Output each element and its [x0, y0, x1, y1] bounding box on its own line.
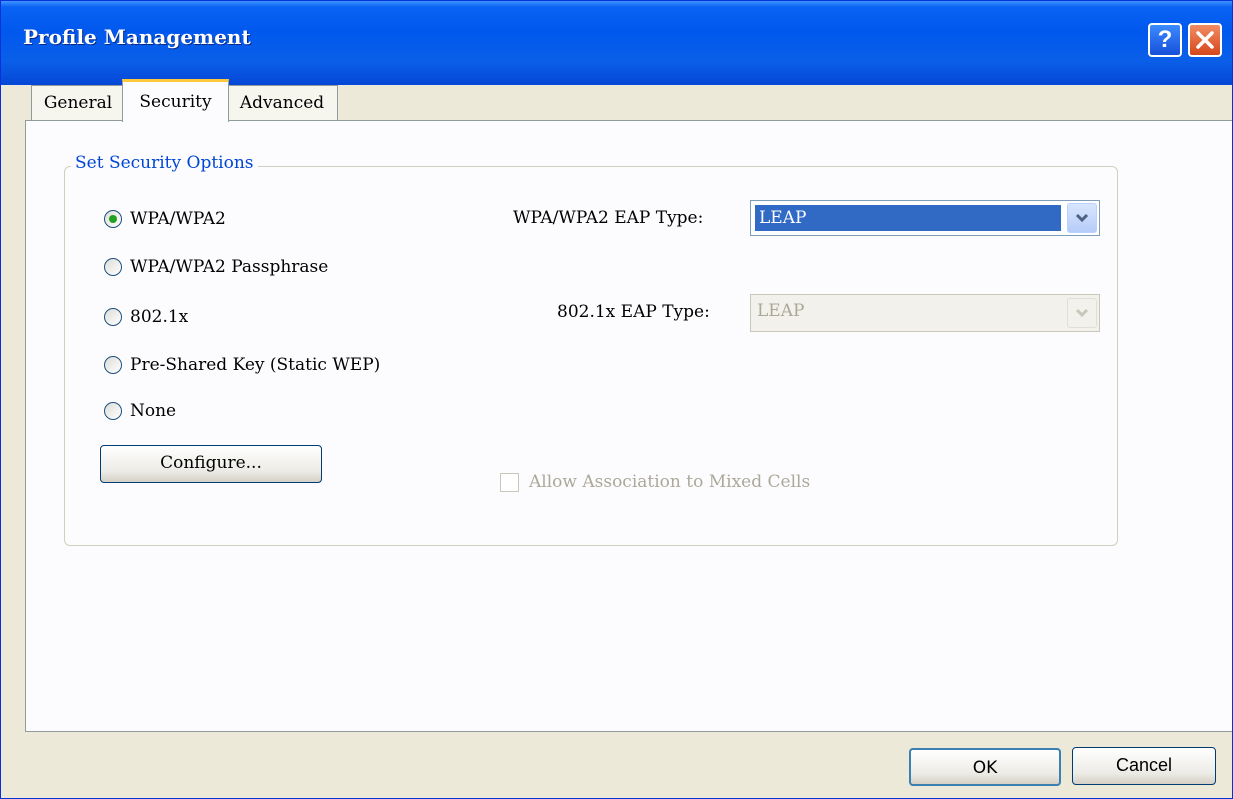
group-title: Set Security Options: [71, 153, 258, 173]
radio-label-wpa-wpa2: WPA/WPA2: [130, 209, 226, 229]
radio-button[interactable]: [104, 402, 122, 420]
radio-selected-dot: [109, 215, 117, 223]
wpa-eap-type-select[interactable]: LEAP: [750, 200, 1100, 236]
cancel-button[interactable]: Cancel: [1072, 747, 1216, 785]
tab-security[interactable]: Security: [122, 79, 229, 122]
ok-button[interactable]: OK: [909, 748, 1061, 786]
radio-button[interactable]: [104, 308, 122, 326]
dropdown-button-disabled[interactable]: [1067, 298, 1097, 328]
radio-wpa-wpa2[interactable]: WPA/WPA2: [104, 207, 226, 231]
wpa-eap-type-label: WPA/WPA2 EAP Type:: [513, 208, 704, 228]
title-bar[interactable]: Profile Management ?: [1, 1, 1232, 85]
radio-none[interactable]: None: [104, 399, 176, 423]
tab-advanced[interactable]: Advanced: [226, 85, 338, 121]
window-title: Profile Management: [23, 25, 251, 49]
chevron-down-icon: [1075, 213, 1089, 223]
mixed-cells-label: Allow Association to Mixed Cells: [529, 472, 811, 492]
help-question-icon: ?: [1157, 26, 1173, 53]
radio-wpa-wpa2-passphrase[interactable]: WPA/WPA2 Passphrase: [104, 255, 328, 279]
dot1x-eap-type-select[interactable]: LEAP: [750, 294, 1100, 332]
dot1x-eap-type-value: LEAP: [757, 301, 805, 321]
configure-button[interactable]: Configure...: [100, 445, 322, 483]
radio-pre-shared-key[interactable]: Pre-Shared Key (Static WEP): [104, 353, 380, 377]
close-button[interactable]: [1188, 23, 1222, 57]
profile-management-dialog: Profile Management ? General Security Ad…: [0, 0, 1233, 799]
radio-button[interactable]: [104, 258, 122, 276]
mixed-cells-checkbox[interactable]: [500, 472, 519, 492]
radio-802-1x[interactable]: 802.1x: [104, 305, 188, 329]
chevron-down-icon: [1075, 308, 1089, 318]
dropdown-button[interactable]: [1067, 203, 1097, 233]
radio-button[interactable]: [104, 356, 122, 374]
tab-general[interactable]: General: [31, 85, 125, 121]
help-button[interactable]: ?: [1148, 23, 1182, 57]
close-x-icon: [1196, 31, 1214, 49]
radio-label-wpa-wpa2-passphrase: WPA/WPA2 Passphrase: [130, 257, 329, 277]
mixed-cells-checkbox-row[interactable]: Allow Association to Mixed Cells: [500, 472, 810, 492]
wpa-eap-type-value: LEAP: [754, 204, 1062, 232]
radio-label-none: None: [130, 401, 177, 421]
radio-label-pre-shared-key: Pre-Shared Key (Static WEP): [130, 355, 381, 375]
radio-button[interactable]: [104, 210, 122, 228]
dot1x-eap-type-label: 802.1x EAP Type:: [557, 302, 710, 322]
radio-label-802-1x: 802.1x: [130, 307, 189, 327]
